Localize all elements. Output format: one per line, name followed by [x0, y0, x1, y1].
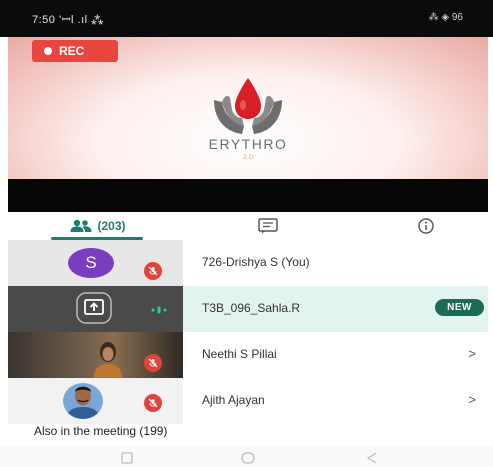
rec-label: REC — [59, 44, 85, 58]
home-icon[interactable] — [240, 451, 256, 465]
participant-name: T3B_096_Sahla.R — [202, 301, 301, 315]
status-bar: 7:50 'ꟷl .ıl ⁂ ⁂ ◈ 96 — [0, 0, 493, 37]
participant-row[interactable]: Ajith Ajayan > — [8, 378, 488, 424]
participant-tile — [8, 378, 183, 424]
participant-row[interactable]: T3B_096_Sahla.R NEW — [8, 286, 488, 332]
new-badge: NEW — [435, 299, 484, 316]
brand-version: 2.0 — [243, 154, 253, 161]
tab-info[interactable] — [406, 212, 446, 240]
present-screen-icon — [76, 292, 112, 324]
also-in-meeting-header: Also in the meeting (199) — [34, 424, 168, 438]
participant-row[interactable]: S 726-Drishya S (You) — [8, 240, 488, 286]
recents-icon[interactable] — [120, 451, 134, 465]
mic-off-icon — [144, 354, 162, 372]
chat-icon — [258, 218, 278, 234]
status-time: 7:50 'ꟷl .ıl ⁂ — [32, 14, 104, 26]
system-nav-bar — [0, 446, 493, 467]
participant-video-thumb — [8, 332, 183, 378]
participant-name: 726-Drishya S (You) — [202, 255, 310, 269]
people-icon — [70, 219, 92, 232]
status-indicators: ⁂ ◈ 96 — [428, 12, 463, 23]
avatar — [63, 383, 103, 419]
mic-off-icon — [144, 394, 162, 412]
mic-off-icon — [144, 262, 162, 280]
info-icon — [418, 218, 434, 234]
participant-tile: S — [8, 240, 183, 286]
chevron-right-icon[interactable]: > — [468, 392, 476, 407]
participants-count: (203) — [97, 219, 126, 233]
erythro-logo — [214, 78, 282, 134]
recording-badge: REC — [32, 40, 118, 62]
chevron-right-icon[interactable]: > — [468, 346, 476, 361]
audio-level-icon — [151, 306, 167, 314]
participant-row[interactable]: Neethi S Pillai > — [8, 332, 488, 378]
tab-participants[interactable]: (203) — [33, 212, 163, 240]
brand-name: ERYTHRO — [208, 136, 288, 152]
person-silhouette — [94, 342, 122, 378]
video-stage[interactable]: REC ERYTHRO 2.0 — [8, 37, 488, 212]
tab-chat[interactable] — [248, 212, 288, 240]
participant-name: Neethi S Pillai — [202, 347, 277, 361]
participant-tile — [8, 286, 183, 332]
meeting-tabs: (203) — [8, 212, 488, 240]
avatar: S — [68, 248, 114, 278]
back-icon[interactable] — [365, 451, 379, 465]
video-bottom-bar — [8, 179, 488, 212]
record-dot-icon — [44, 47, 52, 55]
participant-name: Ajith Ajayan — [202, 393, 265, 407]
